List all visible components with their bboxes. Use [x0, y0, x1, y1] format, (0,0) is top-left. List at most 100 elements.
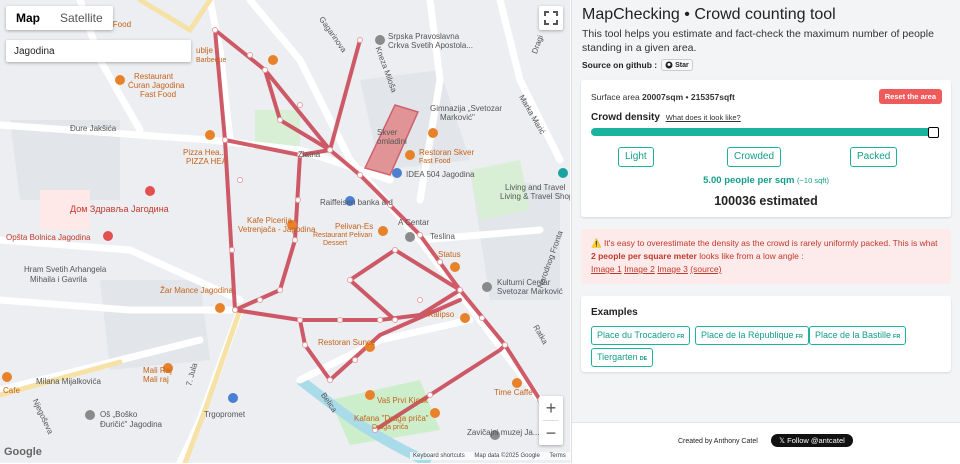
warning-bold: 2 people per square meter: [591, 251, 697, 261]
map-label: Zavičajni muzej Ja...: [467, 428, 540, 437]
restaurant-icon[interactable]: [215, 303, 225, 313]
github-label: Source on github :: [582, 60, 658, 70]
museum-icon[interactable]: [482, 282, 492, 292]
light-button[interactable]: Light: [618, 147, 654, 167]
location-search-input[interactable]: [6, 40, 191, 62]
estimate-count: 100036 estimated: [714, 194, 818, 208]
example-name: Place du Trocadero: [597, 330, 676, 340]
restaurant-icon[interactable]: [405, 150, 415, 160]
packed-button[interactable]: Packed: [850, 147, 898, 167]
school-icon[interactable]: [85, 410, 95, 420]
map-label: Ćuran Jagodina: [128, 81, 185, 90]
map-label: Trgopromet: [204, 410, 246, 419]
credit-text: Created by Anthony Catel: [678, 438, 758, 445]
example-tiergarten[interactable]: Tiergarten DE: [591, 348, 654, 367]
fullscreen-button[interactable]: [539, 6, 563, 30]
example-republique[interactable]: Place de la République FR: [695, 326, 809, 345]
school-icon[interactable]: [428, 128, 438, 138]
github-icon: [665, 61, 673, 69]
hospital-icon[interactable]: [145, 186, 155, 196]
zoom-in-button[interactable]: +: [539, 396, 563, 420]
example-trocadero[interactable]: Place du Trocadero FR: [591, 326, 691, 345]
map-data-text: Map data ©2025 Google: [474, 453, 540, 459]
restaurant-icon[interactable]: [268, 55, 278, 65]
map-label: Druga priča: [372, 424, 409, 431]
example-bastille[interactable]: Place de la Bastille FR: [809, 326, 907, 345]
keyboard-shortcuts-link[interactable]: Keyboard shortcuts: [413, 453, 465, 459]
source-link[interactable]: (source): [690, 264, 721, 274]
warning-icon: ⚠️: [591, 238, 602, 248]
page-description: This tool helps you estimate and fact-ch…: [582, 28, 934, 54]
map-label: Opšta Bolnica Jagodina: [6, 233, 91, 242]
map-label: Zlatna: [298, 150, 321, 159]
density-slider[interactable]: [591, 127, 939, 138]
surface-value: 20007sqm • 215357sqft: [642, 92, 735, 102]
density-heading: Crowd density What does it look like?: [591, 112, 741, 123]
github-star-button[interactable]: Star: [661, 59, 693, 71]
density-label: Crowd density: [591, 112, 660, 123]
location-search[interactable]: [6, 40, 191, 62]
density-card: Surface area 20007sqm • 215357sqft Reset…: [581, 80, 951, 217]
map-view[interactable]: Srpska Pravoslavna Crkva Svetih Apostola…: [0, 0, 570, 463]
church-icon[interactable]: [375, 35, 385, 45]
map-type-toggle[interactable]: Map Satellite: [6, 6, 113, 30]
restaurant-icon[interactable]: [460, 313, 470, 323]
shopping-icon[interactable]: [405, 232, 415, 242]
restaurant-icon[interactable]: [365, 390, 375, 400]
map-label: Marković": [440, 113, 475, 122]
density-rate: 5.00 people per sqm (~10 sqft): [581, 175, 951, 186]
warning-main: It's easy to overestimate the density as…: [603, 238, 938, 248]
zoom-control[interactable]: + −: [539, 396, 563, 445]
restaurant-icon[interactable]: [115, 75, 125, 85]
density-slider-thumb[interactable]: [928, 127, 939, 138]
shop-icon[interactable]: [558, 168, 568, 178]
restaurant-icon[interactable]: [205, 130, 215, 140]
examples-title: Examples: [591, 307, 638, 318]
map-label: Milana Mijalkovića: [36, 377, 101, 386]
map-label: Vetrenjača - Jagodina: [238, 225, 316, 234]
map-label: Time Caffe: [494, 388, 533, 397]
image-2-link[interactable]: Image 2: [624, 264, 655, 274]
terms-link[interactable]: Terms: [549, 453, 565, 459]
map-type-map[interactable]: Map: [6, 6, 50, 30]
example-name: Place de la Bastille: [815, 330, 892, 340]
map-label: Dessert: [323, 240, 348, 247]
map-label: Kalipso: [428, 310, 455, 319]
map-label: Vaš Prvi Kiosk: [377, 396, 428, 405]
image-3-link[interactable]: Image 3: [657, 264, 688, 274]
examples-card: Examples Place du Trocadero FR Place de l…: [581, 296, 951, 372]
cafe-icon[interactable]: [512, 378, 522, 388]
map-label: A Centar: [398, 218, 430, 227]
reset-area-button[interactable]: Reset the area: [878, 89, 942, 104]
map-label: Дом Здравља Јагодина: [70, 204, 169, 214]
map-type-satellite[interactable]: Satellite: [50, 6, 113, 30]
map-label: Living and Travel: [505, 183, 566, 192]
map-label: Status: [438, 250, 461, 259]
shopping-icon[interactable]: [228, 393, 238, 403]
x-follow-button[interactable]: 𝕏 Follow @antcatel: [771, 434, 853, 447]
restaurant-icon[interactable]: [450, 262, 460, 272]
fullscreen-icon: [544, 11, 558, 25]
density-help-link[interactable]: What does it look like?: [666, 113, 741, 122]
plus-icon: +: [545, 397, 557, 418]
map-label: Đure Jakšića: [70, 124, 117, 133]
map-label: Restoran Sunce: [318, 338, 376, 347]
map-label: Restaurant: [134, 72, 174, 81]
map-label: Raiffeisen banka a.d: [320, 198, 393, 207]
hospital-icon[interactable]: [103, 231, 113, 241]
restaurant-icon[interactable]: [430, 408, 440, 418]
zoom-out-button[interactable]: −: [539, 421, 563, 445]
image-1-link[interactable]: Image 1: [591, 264, 622, 274]
rate-alt: (~10 sqft): [797, 176, 829, 185]
page-title: MapChecking • Crowd counting tool: [582, 6, 836, 23]
example-name: Place de la République: [701, 330, 794, 340]
crowded-button[interactable]: Crowded: [727, 147, 782, 167]
cafe-icon[interactable]: [2, 372, 12, 382]
warning-box: ⚠️ It's easy to overestimate the density…: [581, 229, 951, 284]
map-label: Kafana "Druga priča": [354, 414, 429, 423]
map-label: Hram Svetih Arhangela: [24, 265, 107, 274]
surface-area: Surface area 20007sqm • 215357sqft: [591, 92, 735, 102]
shopping-icon[interactable]: [392, 168, 402, 178]
google-logo: Google: [4, 446, 42, 458]
restaurant-icon[interactable]: [378, 226, 388, 236]
